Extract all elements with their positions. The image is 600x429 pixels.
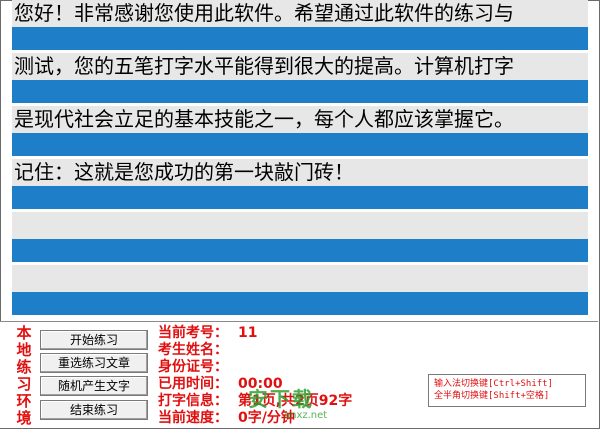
start-practice-button[interactable]: 开始练习 xyxy=(40,330,148,350)
watermark: 安下载 xyxy=(248,387,314,411)
watermark-url: anxz.net xyxy=(284,410,328,421)
panel-title-char: 环 xyxy=(16,392,32,410)
practice-row xyxy=(12,212,588,262)
panel-title-char: 本 xyxy=(16,324,32,342)
id-row: 身份证号： xyxy=(158,359,352,376)
exam-no-label: 当前考号： xyxy=(158,325,228,341)
typing-input-1[interactable] xyxy=(12,27,588,50)
speed-label: 当前速度： xyxy=(158,410,228,426)
panel-title-char: 练 xyxy=(16,358,32,376)
typing-input-3[interactable] xyxy=(12,133,588,156)
source-line-4: 记住：这就是您成功的第一块敲门砖！ xyxy=(12,159,588,186)
end-practice-button[interactable]: 结束练习 xyxy=(40,400,148,420)
source-line-3: 是现代社会立足的基本技能之一，每个人都应该掌握它。 xyxy=(12,106,588,133)
name-label: 考生姓名： xyxy=(158,342,228,358)
panel-title-char: 境 xyxy=(16,409,32,427)
name-row: 考生姓名： xyxy=(158,342,352,359)
id-label: 身份证号： xyxy=(158,359,228,375)
panel-title-char: 习 xyxy=(16,375,32,393)
exam-no-value: 11 xyxy=(238,325,258,341)
practice-row: 是现代社会立足的基本技能之一，每个人都应该掌握它。 xyxy=(12,106,588,156)
typing-info-label: 打字信息： xyxy=(158,393,228,409)
practice-row: 记住：这就是您成功的第一块敲门砖！ xyxy=(12,159,588,209)
typing-input-2[interactable] xyxy=(12,80,588,103)
ime-switch-hint: 输入法切换键[Ctrl+Shift] xyxy=(434,379,554,389)
practice-row xyxy=(12,265,588,315)
width-switch-hint: 全半角切换键[Shift+空格] xyxy=(434,391,550,401)
typing-input-6[interactable] xyxy=(12,292,588,315)
exam-no-row: 当前考号： 11 xyxy=(158,325,352,342)
time-label: 已用时间： xyxy=(158,376,228,392)
typing-input-4[interactable] xyxy=(12,186,588,209)
panel-title-char: 地 xyxy=(16,341,32,359)
practice-area: 您好！非常感谢您使用此软件。希望通过此软件的练习与 测试，您的五笔打字水平能得到… xyxy=(12,0,588,318)
source-line-2: 测试，您的五笔打字水平能得到很大的提高。计算机打字 xyxy=(12,53,588,80)
shortcut-hint-box: 输入法切换键[Ctrl+Shift] 全半角切换键[Shift+空格] xyxy=(428,374,586,407)
reselect-article-button[interactable]: 重选练习文章 xyxy=(40,353,148,373)
random-text-button[interactable]: 随机产生文字 xyxy=(40,376,148,396)
panel-title: 本 地 练 习 环 境 xyxy=(15,325,33,427)
practice-row: 测试，您的五笔打字水平能得到很大的提高。计算机打字 xyxy=(12,53,588,103)
typing-input-5[interactable] xyxy=(12,239,588,262)
source-line-5 xyxy=(12,212,588,239)
practice-row: 您好！非常感谢您使用此软件。希望通过此软件的练习与 xyxy=(12,0,588,50)
source-line-1: 您好！非常感谢您使用此软件。希望通过此软件的练习与 xyxy=(12,0,588,27)
source-line-6 xyxy=(12,265,588,292)
